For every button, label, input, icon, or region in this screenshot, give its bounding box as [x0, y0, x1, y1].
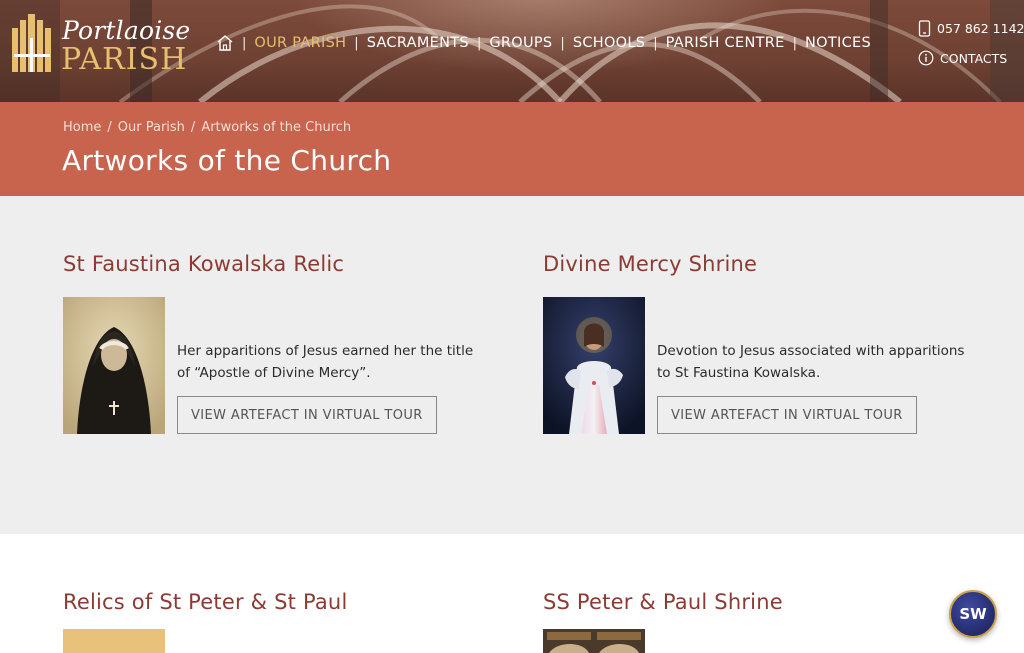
- view-virtual-tour-button[interactable]: VIEW ARTEFACT IN VIRTUAL TOUR: [657, 396, 917, 434]
- artwork-title: St Faustina Kowalska Relic: [63, 252, 345, 276]
- st-faustina-photo[interactable]: [63, 297, 165, 434]
- info-icon: [918, 50, 934, 66]
- nav-separator: |: [653, 35, 658, 51]
- logo-text-portlaoise: Portlaoise: [62, 16, 191, 45]
- divine-mercy-image[interactable]: [543, 297, 645, 434]
- artworks-section-1: St Faustina Kowalska Relic Her apparitio…: [0, 196, 1024, 534]
- view-virtual-tour-button[interactable]: VIEW ARTEFACT IN VIRTUAL TOUR: [177, 396, 437, 434]
- phone-link[interactable]: 057 862 1142: [918, 20, 1024, 37]
- relics-peter-paul-image[interactable]: [63, 629, 165, 653]
- nav-separator: |: [242, 35, 247, 51]
- peter-paul-shrine-image[interactable]: [543, 629, 645, 653]
- contacts-link[interactable]: CONTACTS: [918, 50, 1007, 66]
- breadcrumb-separator: /: [107, 120, 112, 135]
- site-header: Portlaoise PARISH | OUR PARISH | SACRAME…: [0, 0, 1024, 102]
- main-navigation: | OUR PARISH | SACRAMENTS | GROUPS | SCH…: [216, 33, 871, 53]
- sw-badge-label: SW: [959, 605, 987, 623]
- breadcrumb: Home / Our Parish / Artworks of the Chur…: [63, 120, 351, 135]
- artwork-card: SS Peter & Paul Shrine: [543, 590, 983, 653]
- artwork-description: Her apparitions of Jesus earned her the …: [177, 343, 474, 381]
- breadcrumb-home[interactable]: Home: [63, 120, 101, 135]
- artwork-card: Relics of St Peter & St Paul: [63, 590, 503, 653]
- artwork-title: Divine Mercy Shrine: [543, 252, 758, 276]
- artwork-description: Devotion to Jesus associated with appari…: [657, 343, 965, 381]
- breadcrumb-current: Artworks of the Church: [201, 120, 352, 135]
- page-title: Artworks of the Church: [62, 144, 392, 177]
- phone-number: 057 862 1142: [937, 21, 1024, 36]
- artwork-card: Divine Mercy Shrine Devotion to Jesus as…: [543, 252, 983, 442]
- nav-item-groups[interactable]: GROUPS: [489, 35, 552, 51]
- nav-item-schools[interactable]: SCHOOLS: [573, 35, 645, 51]
- nav-item-sacraments[interactable]: SACRAMENTS: [367, 35, 469, 51]
- parish-logo[interactable]: Portlaoise PARISH: [10, 14, 191, 77]
- artwork-title: Relics of St Peter & St Paul: [63, 590, 348, 614]
- nav-item-notices[interactable]: NOTICES: [805, 35, 871, 51]
- nav-separator: |: [476, 35, 482, 51]
- artwork-title: SS Peter & Paul Shrine: [543, 590, 783, 614]
- nav-item-our-parish[interactable]: OUR PARISH: [254, 35, 346, 51]
- artworks-section-2: Relics of St Peter & St Paul SS Peter & …: [0, 534, 1024, 653]
- home-icon[interactable]: [216, 34, 234, 52]
- nav-separator: |: [560, 35, 565, 51]
- artwork-card: St Faustina Kowalska Relic Her apparitio…: [63, 252, 503, 442]
- nav-item-parish-centre[interactable]: PARISH CENTRE: [666, 35, 785, 51]
- breadcrumb-separator: /: [190, 120, 196, 135]
- sw-badge-button[interactable]: SW: [949, 590, 997, 638]
- breadcrumb-our-parish[interactable]: Our Parish: [118, 120, 185, 135]
- contacts-label: CONTACTS: [940, 50, 1008, 66]
- mobile-phone-icon: [918, 20, 931, 37]
- nav-separator: |: [354, 35, 359, 51]
- organ-pipes-logo-icon: [12, 14, 51, 72]
- logo-text-parish: PARISH: [61, 42, 188, 77]
- page-banner: Home / Our Parish / Artworks of the Chur…: [0, 102, 1024, 196]
- nav-separator: |: [792, 35, 797, 51]
